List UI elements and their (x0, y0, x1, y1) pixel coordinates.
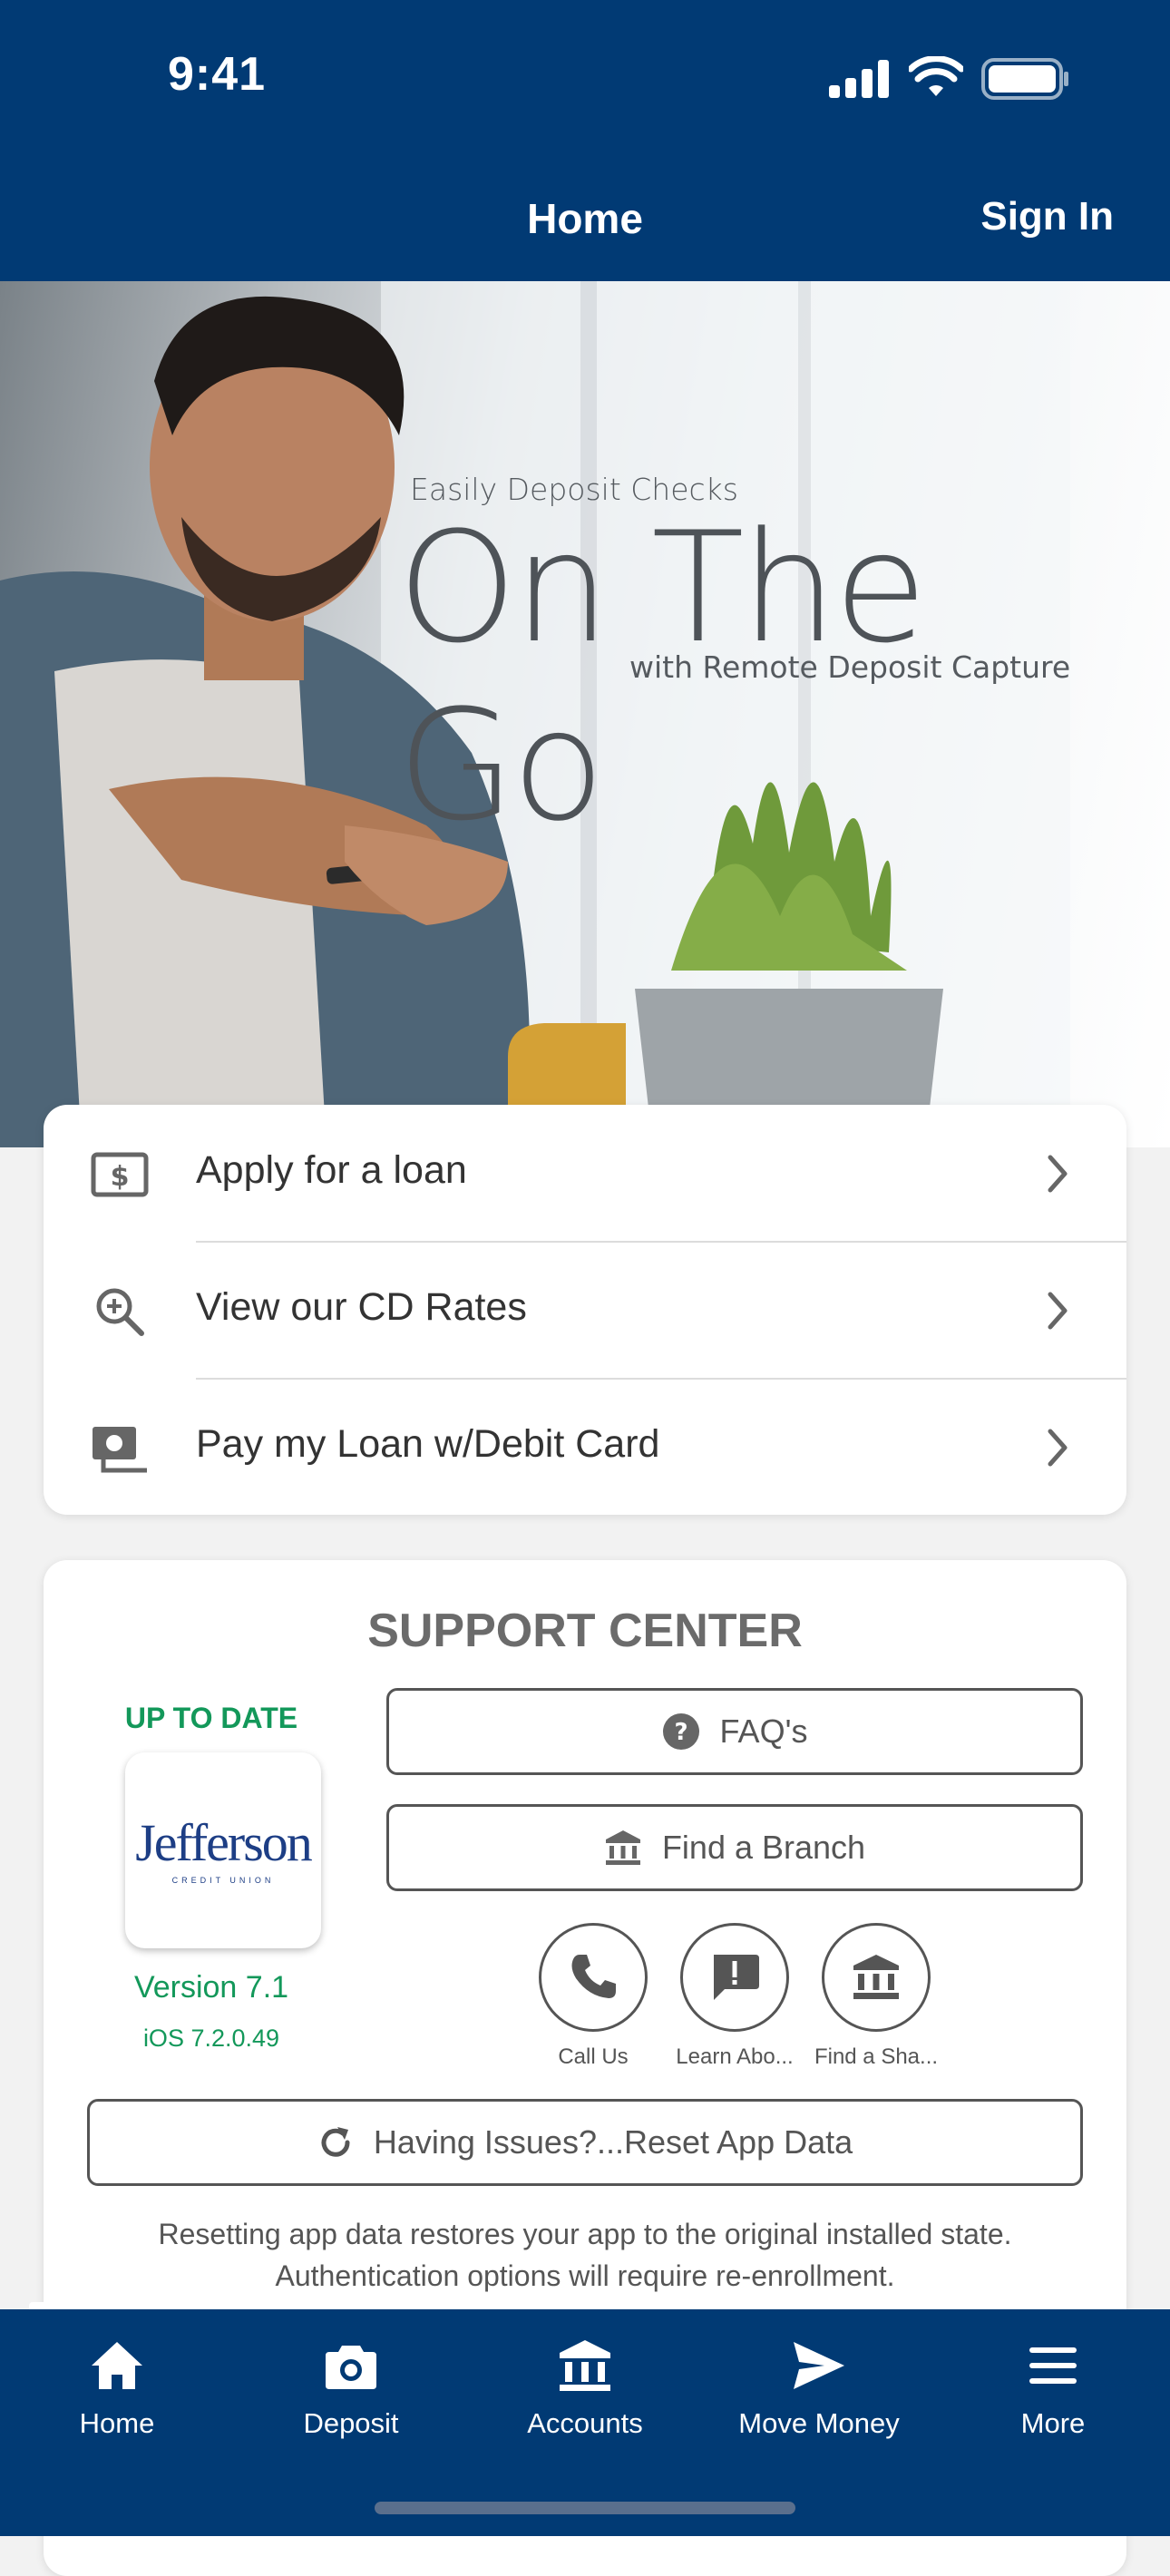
find-branch-button[interactable]: Find a Branch (386, 1804, 1083, 1891)
sign-in-link[interactable]: Sign In (980, 194, 1114, 239)
bank-icon (560, 2340, 610, 2391)
hero-subtitle: with Remote Deposit Capture (629, 649, 1071, 685)
call-us-button[interactable] (539, 1923, 648, 2032)
quick-links-card: $ Apply for a loan View our CD Rates Pay… (44, 1105, 1126, 1515)
chevron-right-icon (1048, 1292, 1068, 1330)
pay-loan-label: Pay my Loan w/Debit Card (196, 1422, 660, 1466)
tab-more[interactable]: More (936, 2329, 1170, 2465)
tab-deposit-label: Deposit (303, 2407, 399, 2439)
help-icon: ? (662, 1713, 699, 1750)
send-icon (794, 2342, 844, 2389)
battery-icon (981, 58, 1068, 100)
tab-more-label: More (1020, 2407, 1086, 2439)
find-branch-label: Find a Branch (661, 1829, 866, 1866)
ios-version: iOS 7.2.0.49 (142, 2025, 280, 2052)
pay-loan-row[interactable]: Pay my Loan w/Debit Card (44, 1379, 1126, 1516)
svg-text:?: ? (674, 1719, 687, 1746)
reset-description: Resetting app data restores your app to … (80, 2213, 1090, 2297)
active-tab-indicator (29, 2302, 207, 2309)
menu-icon (1029, 2347, 1077, 2384)
svg-text:$: $ (111, 1161, 130, 1193)
reset-note-line-2: Authentication options will require re-e… (275, 2259, 895, 2292)
home-icon (92, 2342, 142, 2389)
tab-home[interactable]: Home (0, 2329, 234, 2465)
tab-home-label: Home (79, 2407, 155, 2439)
app-version: Version 7.1 (133, 1970, 289, 2005)
support-title: SUPPORT CENTER (367, 1605, 803, 1657)
hero-banner[interactable]: Easily Deposit Checks On The Go with Rem… (0, 281, 1170, 1147)
dollar-bill-icon: $ (91, 1152, 149, 1197)
logo-wordmark: Jefferson (135, 1813, 313, 1872)
payment-icon (93, 1427, 147, 1473)
tab-deposit[interactable]: Deposit (234, 2329, 468, 2465)
find-shared-branch-button[interactable] (822, 1923, 931, 2032)
cd-rates-label: View our CD Rates (196, 1285, 527, 1329)
signal-icon (829, 60, 889, 98)
tab-move-money-label: Move Money (738, 2407, 900, 2439)
app-logo: Jefferson CREDIT UNION (125, 1752, 321, 1948)
zoom-in-icon (96, 1288, 144, 1336)
faq-label: FAQ's (719, 1712, 808, 1750)
bank-icon (853, 1955, 899, 1999)
home-indicator (375, 2502, 795, 2514)
chevron-right-icon (1048, 1429, 1068, 1467)
wifi-icon (909, 56, 963, 96)
cd-rates-row[interactable]: View our CD Rates (44, 1242, 1126, 1379)
apply-loan-row[interactable]: $ Apply for a loan (44, 1105, 1126, 1242)
alert-message-icon (714, 1955, 759, 2000)
apply-loan-label: Apply for a loan (196, 1148, 467, 1192)
find-shared-branch-label: Find a Sha... (814, 2044, 939, 2069)
camera-icon (326, 2346, 376, 2389)
logo-subtext: CREDIT UNION (171, 1876, 275, 1885)
chevron-right-icon (1048, 1155, 1068, 1193)
reset-label: Having Issues?...Reset App Data (373, 2123, 853, 2161)
refresh-icon (321, 2127, 350, 2157)
status-time: 9:41 (168, 48, 267, 101)
learn-about-button[interactable] (680, 1923, 789, 2032)
reset-note-line-1: Resetting app data restores your app to … (158, 2218, 1012, 2250)
tab-accounts[interactable]: Accounts (468, 2329, 702, 2465)
status-badge: UP TO DATE (124, 1702, 298, 1734)
tab-move-money[interactable]: Move Money (702, 2329, 936, 2465)
reset-app-data-button[interactable]: Having Issues?...Reset App Data (87, 2099, 1083, 2186)
phone-icon (571, 1955, 616, 1998)
bank-icon (605, 1830, 640, 1865)
faq-button[interactable]: ? FAQ's (386, 1688, 1083, 1775)
tab-accounts-label: Accounts (527, 2407, 643, 2439)
